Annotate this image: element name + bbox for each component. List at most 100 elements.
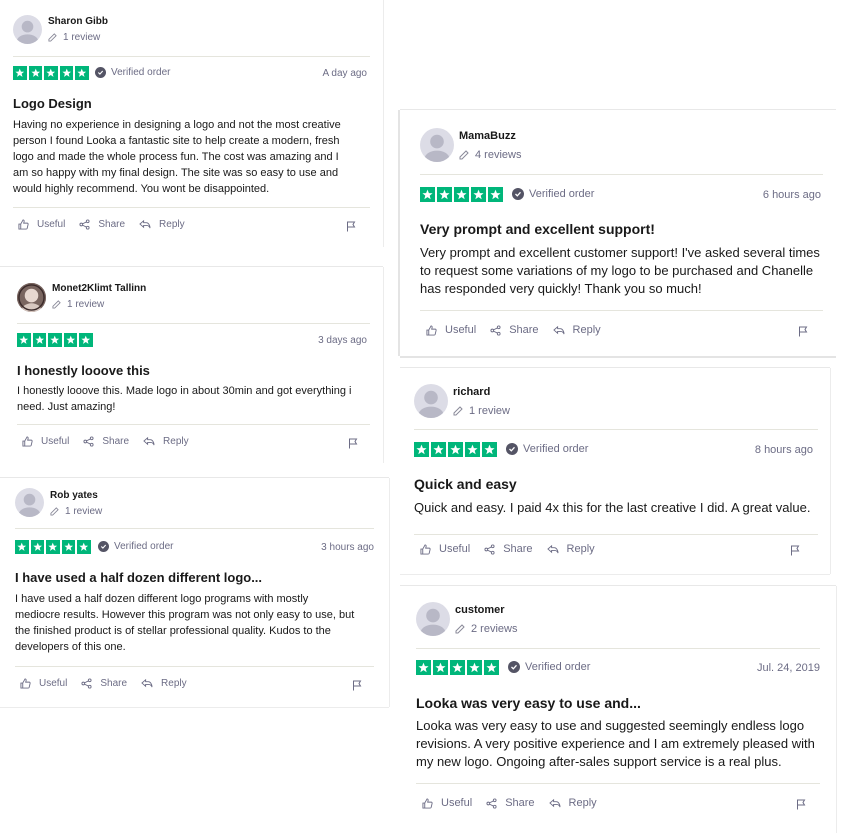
share-label: Share <box>100 678 128 689</box>
star-icon <box>450 660 465 675</box>
star-icon <box>15 540 29 554</box>
useful-button[interactable]: Useful <box>420 543 470 555</box>
share-label: Share <box>505 797 535 809</box>
thumbs-up-icon <box>420 543 435 555</box>
review-actions: Useful Share Reply <box>420 543 609 555</box>
reply-button[interactable]: Reply <box>141 678 187 689</box>
avatar[interactable] <box>414 384 448 418</box>
review-title[interactable]: Logo Design <box>13 96 92 111</box>
avatar[interactable] <box>15 488 44 517</box>
verified-badge: Verified order <box>508 661 590 673</box>
reviewer-name[interactable]: richard <box>453 386 490 398</box>
useful-button[interactable]: Useful <box>20 678 67 689</box>
review-body-line: need. Just amazing! <box>17 401 116 413</box>
pencil-icon <box>50 507 59 516</box>
flag-icon[interactable] <box>348 436 358 454</box>
review-body: Quick and easy. I paid 4x this for the l… <box>414 499 826 517</box>
star-icon <box>46 540 60 554</box>
verified-badge: Verified order <box>512 188 594 200</box>
star-icon <box>454 187 469 202</box>
pencil-icon <box>455 624 465 634</box>
avatar[interactable] <box>416 602 450 636</box>
review-body-line: person I found Looka a fantastic site to… <box>13 135 340 147</box>
pencil-icon <box>48 33 57 42</box>
review-card: customer 2 reviews Verified order Jul. 2… <box>400 586 836 833</box>
reply-label: Reply <box>161 678 187 689</box>
star-icon <box>59 66 73 80</box>
review-count: 1 review <box>453 405 510 417</box>
reply-label: Reply <box>566 543 595 555</box>
share-button[interactable]: Share <box>490 324 539 336</box>
review-count: 4 reviews <box>459 149 521 161</box>
share-button[interactable]: Share <box>484 543 533 555</box>
review-body-line: I have used a half dozen different logo … <box>15 593 309 605</box>
share-icon <box>484 543 499 555</box>
reply-button[interactable]: Reply <box>552 324 601 336</box>
useful-button[interactable]: Useful <box>422 797 472 809</box>
review-title[interactable]: I have used a half dozen different logo.… <box>15 570 262 585</box>
review-title[interactable]: Quick and easy <box>414 476 517 492</box>
reply-button[interactable]: Reply <box>143 436 189 447</box>
star-icon <box>32 333 46 347</box>
review-body: Having no experience in designing a logo… <box>13 117 373 197</box>
review-count: 1 review <box>48 32 100 43</box>
reviewer-name[interactable]: Sharon Gibb <box>48 16 108 27</box>
review-count-label: 4 reviews <box>475 149 522 161</box>
review-actions: Useful Share Reply <box>22 436 203 447</box>
flag-icon[interactable] <box>352 678 362 696</box>
flag-icon[interactable] <box>346 219 356 237</box>
review-card: Rob yates 1 review Verified order 3 hour… <box>0 478 389 707</box>
review-actions: Useful Share Reply <box>18 219 199 230</box>
flag-icon[interactable] <box>798 324 808 342</box>
star-icon <box>75 66 89 80</box>
share-icon <box>490 324 505 336</box>
review-date: 3 days ago <box>318 335 367 346</box>
share-icon <box>83 436 98 447</box>
reply-label: Reply <box>159 219 185 230</box>
share-button[interactable]: Share <box>486 797 535 809</box>
thumbs-up-icon <box>20 678 35 689</box>
flag-icon[interactable] <box>790 543 800 561</box>
review-card: richard 1 review Verified order 8 hours … <box>400 368 830 574</box>
star-rating <box>13 66 89 80</box>
share-icon <box>81 678 96 689</box>
review-body: I have used a half dozen different logo … <box>15 591 383 655</box>
review-date: 3 hours ago <box>321 542 374 553</box>
reviewer-name[interactable]: customer <box>455 604 505 616</box>
pencil-icon <box>453 406 463 416</box>
reviewer-name[interactable]: Monet2Klimt Tallinn <box>52 283 146 294</box>
share-button[interactable]: Share <box>81 678 127 689</box>
pencil-icon <box>52 300 61 309</box>
review-title[interactable]: Very prompt and excellent support! <box>420 221 655 237</box>
reply-button[interactable]: Reply <box>139 219 185 230</box>
reply-icon <box>141 678 157 689</box>
review-body-line: Having no experience in designing a logo… <box>13 119 341 131</box>
avatar[interactable] <box>420 128 454 162</box>
reply-icon <box>552 325 569 336</box>
reviewer-name[interactable]: Rob yates <box>50 490 98 501</box>
review-count-label: 1 review <box>67 299 105 310</box>
flag-icon[interactable] <box>796 797 806 815</box>
share-button[interactable]: Share <box>83 436 129 447</box>
useful-button[interactable]: Useful <box>426 324 476 336</box>
review-actions: Useful Share Reply <box>20 678 201 689</box>
star-icon <box>482 442 497 457</box>
avatar[interactable] <box>13 15 42 44</box>
useful-button[interactable]: Useful <box>18 219 65 230</box>
divider <box>414 534 818 535</box>
review-count-label: 2 reviews <box>471 623 518 635</box>
useful-button[interactable]: Useful <box>22 436 69 447</box>
review-title[interactable]: Looka was very easy to use and... <box>416 695 641 711</box>
reply-button[interactable]: Reply <box>546 543 595 555</box>
review-title[interactable]: I honestly looove this <box>17 363 150 378</box>
review-body-line: logo and made the whole process fun. The… <box>13 151 339 163</box>
share-button[interactable]: Share <box>79 219 125 230</box>
star-icon <box>416 660 431 675</box>
reply-button[interactable]: Reply <box>548 797 597 809</box>
check-circle-icon <box>512 188 524 200</box>
reviewer-name[interactable]: MamaBuzz <box>459 130 516 142</box>
star-icon <box>30 540 44 554</box>
review-date: A day ago <box>322 68 367 79</box>
verified-badge: Verified order <box>506 443 588 455</box>
avatar[interactable] <box>17 283 46 312</box>
